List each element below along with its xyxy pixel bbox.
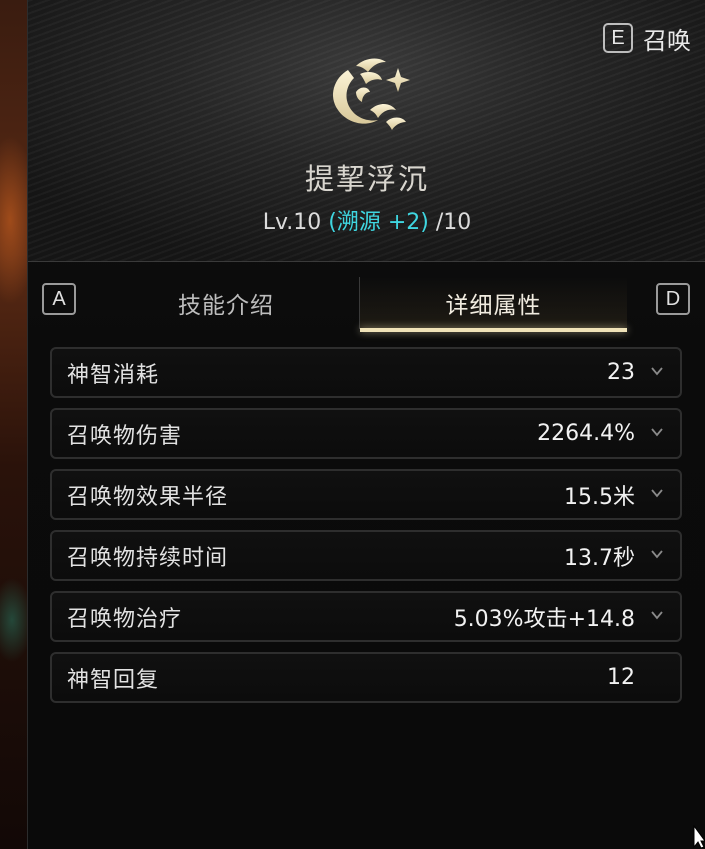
skill-detail-panel: E 召唤 提挈浮沉 Lv.10 (溯源 +2) /10 A 技能介绍 详细属性 … [27, 0, 705, 849]
stat-label: 神智回复 [67, 667, 160, 693]
stat-list: 神智消耗 23 召唤物伤害 2264.4% 召唤物效果半径 15.5米 召唤物持… [50, 347, 682, 713]
stat-row-summon-radius[interactable]: 召唤物效果半径 15.5米 [50, 469, 682, 520]
tab-detail-attributes[interactable]: 详细属性 [359, 277, 627, 332]
chevron-down-icon[interactable] [650, 486, 664, 500]
tab-next-key[interactable]: D [656, 283, 690, 315]
stat-row-mind-cost[interactable]: 神智消耗 23 [50, 347, 682, 398]
level-current: Lv.10 [262, 210, 322, 235]
stat-value: 13.7秒 [564, 545, 635, 571]
stat-label: 神智消耗 [67, 362, 160, 388]
skill-header: E 召唤 提挈浮沉 Lv.10 (溯源 +2) /10 [28, 0, 705, 262]
summon-key: E [603, 23, 633, 53]
level-max: /10 [435, 210, 472, 235]
chevron-down-icon[interactable] [650, 364, 664, 378]
skill-level: Lv.10 (溯源 +2) /10 [28, 204, 705, 236]
dragon-emblem-icon [333, 58, 410, 130]
stat-label: 召唤物效果半径 [67, 484, 229, 510]
stat-row-summon-duration[interactable]: 召唤物持续时间 13.7秒 [50, 530, 682, 581]
stat-label: 召唤物持续时间 [67, 545, 229, 571]
tab-bar: A 技能介绍 详细属性 D [28, 263, 705, 332]
stat-row-mind-regen: 神智回复 12 [50, 652, 682, 703]
level-bonus: (溯源 +2) [328, 210, 429, 235]
summon-label: 召唤 [643, 26, 691, 55]
chevron-down-icon[interactable] [650, 425, 664, 439]
tab-skill-intro[interactable]: 技能介绍 [92, 277, 360, 329]
game-world-background [0, 0, 30, 849]
summon-hint[interactable]: E 召唤 [603, 22, 691, 55]
stat-label: 召唤物伤害 [67, 423, 183, 449]
chevron-down-icon[interactable] [650, 547, 664, 561]
tab-prev-key[interactable]: A [42, 283, 76, 315]
stat-value: 15.5米 [564, 484, 635, 510]
stat-row-summon-heal[interactable]: 召唤物治疗 5.03%攻击+14.8 [50, 591, 682, 642]
mouse-cursor-icon [693, 825, 705, 849]
stat-value: 23 [607, 360, 635, 385]
stat-value: 5.03%攻击+14.8 [453, 606, 635, 632]
stat-row-summon-damage[interactable]: 召唤物伤害 2264.4% [50, 408, 682, 459]
stat-value: 12 [607, 665, 635, 690]
stat-label: 召唤物治疗 [67, 606, 183, 632]
skill-name: 提挈浮沉 [304, 162, 429, 196]
chevron-down-icon[interactable] [650, 608, 664, 622]
stat-value: 2264.4% [537, 421, 635, 446]
